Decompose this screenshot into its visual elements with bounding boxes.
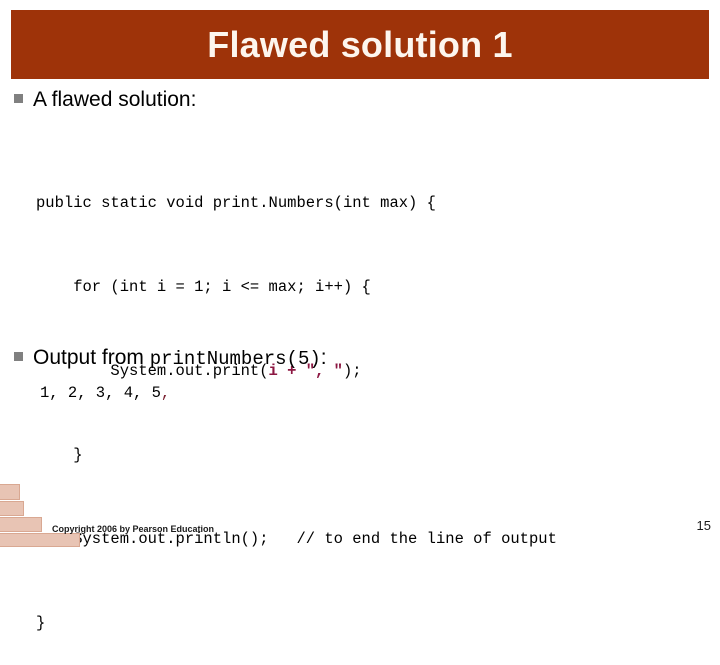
code-line-6: } (36, 614, 46, 632)
code-line-1: public static void print.Numbers(int max… (36, 194, 436, 212)
sample-output-trailing-comma: , (160, 384, 171, 402)
decor-block-3 (0, 517, 42, 532)
code-line-4: } (36, 446, 83, 464)
bullet-label-flawed-solution: A flawed solution: (33, 88, 197, 111)
sample-output-text: 1, 2, 3, 4, 5, (40, 384, 170, 402)
bullet-label-output-suffix: : (320, 346, 327, 369)
decor-block-1 (0, 484, 20, 500)
code-line-3-suffix: ); (342, 362, 362, 380)
bullet-label-output-from: Output from printNumbers(5): (33, 346, 327, 370)
page-number: 15 (696, 518, 711, 533)
decor-block-4 (0, 533, 80, 547)
bullet-item-flawed-solution: A flawed solution: (14, 88, 196, 112)
square-bullet-icon (14, 352, 23, 361)
sample-output-values: 1, 2, 3, 4, 5 (40, 384, 161, 402)
bullet-item-output-from: Output from printNumbers(5): (14, 346, 327, 370)
bullet-label-output-code: printNumbers(5) (149, 348, 321, 370)
decor-block-2 (0, 501, 24, 516)
copyright-notice: Copyright 2006 by Pearson Education (52, 524, 215, 534)
slide-title-bar: Flawed solution 1 (11, 10, 709, 79)
code-line-2: for (int i = 1; i <= max; i++) { (36, 278, 371, 296)
square-bullet-icon (14, 94, 23, 103)
bullet-label-output-prefix: Output from (33, 346, 150, 369)
page-title: Flawed solution 1 (207, 23, 513, 65)
